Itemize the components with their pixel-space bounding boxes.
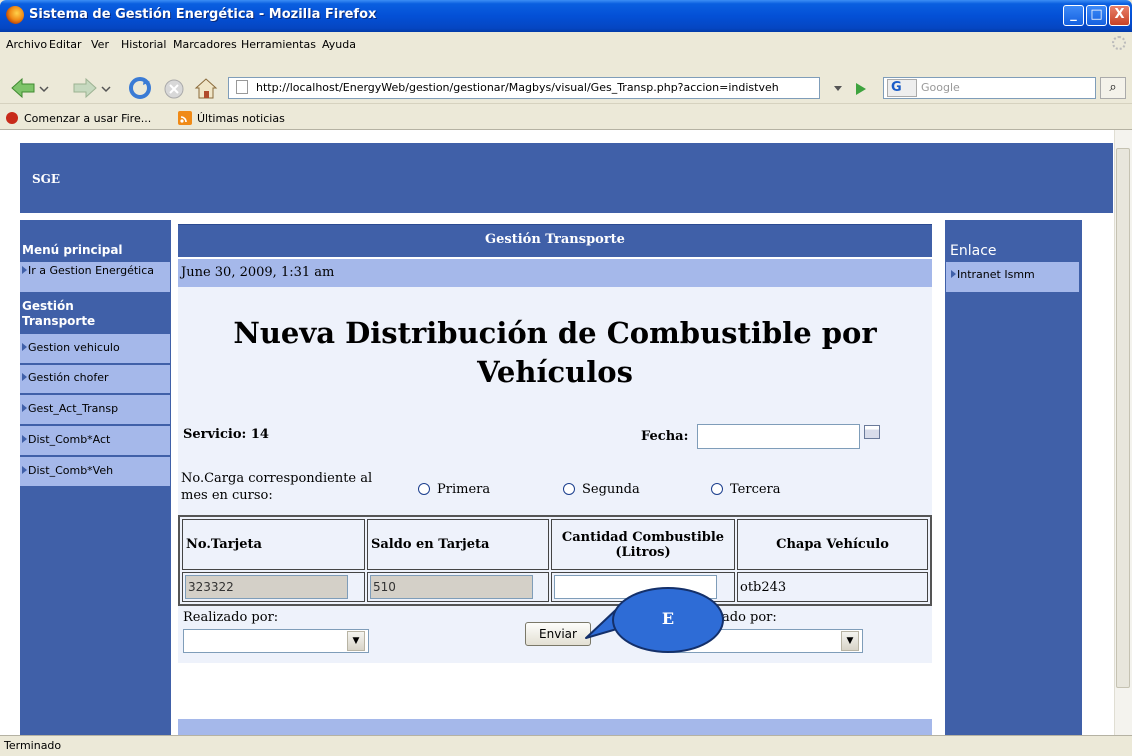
reload-icon[interactable] [128, 76, 154, 100]
search-placeholder[interactable]: Google [921, 81, 960, 94]
realizado-select[interactable] [183, 629, 369, 653]
table-header-row: No.Tarjeta Saldo en Tarjeta Cantidad Com… [182, 519, 928, 570]
column-header: No.Tarjeta [182, 519, 365, 570]
menu-editar[interactable]: Editar [49, 38, 82, 51]
status-text: Terminado [4, 739, 62, 752]
link-intranet[interactable]: Intranet Ismm [946, 262, 1079, 292]
sidebar-item-gestion-chofer[interactable]: Gestión chofer [20, 365, 170, 395]
current-date: June 30, 2009, 1:31 am [181, 265, 335, 280]
sidebar-item-label: Ir a Gestion Energética [28, 264, 155, 277]
carga-label: No.Carga correspondiente al mes en curso… [181, 471, 373, 503]
sidebar-item-gest-act-transp[interactable]: Gest_Act_Transp [20, 395, 170, 426]
minimize-button[interactable]: _ [1063, 5, 1084, 26]
menu-ver[interactable]: Ver [91, 38, 109, 51]
firefox-logo-icon [6, 6, 24, 24]
column-header: Saldo en Tarjeta [367, 519, 549, 570]
content-spacer [178, 663, 932, 719]
arrow-right-icon [22, 466, 27, 474]
page-icon [236, 80, 248, 94]
form-title: Nueva Distribución de Combustible por Ve… [233, 316, 877, 389]
bookmark-getting-started[interactable]: Comenzar a usar Fire... [24, 112, 151, 125]
menu-marcadores[interactable]: Marcadores [173, 38, 237, 51]
sidebar-item-gestion-vehiculo[interactable]: Gestion vehiculo [20, 334, 170, 365]
section-heading-transporte: Gestión Transporte [22, 299, 96, 328]
maximize-button[interactable]: □ [1086, 5, 1107, 26]
bookmarks-toolbar [0, 104, 1132, 130]
arrow-right-icon [951, 270, 956, 278]
sidebar-item-label: Gestión chofer [28, 371, 109, 384]
stop-icon[interactable] [163, 78, 185, 100]
scrollbar-thumb[interactable] [1116, 148, 1130, 688]
servicio-label: Servicio: 14 [183, 427, 269, 442]
chapa-cell: otb243 [737, 572, 928, 602]
firefox-bookmark-icon [6, 112, 18, 124]
radio-tercera[interactable] [711, 483, 723, 495]
back-arrow-icon[interactable] [10, 76, 70, 100]
column-header: Cantidad Combustible (Litros) [551, 519, 735, 570]
radio-tercera-label: Tercera [730, 482, 781, 497]
annotation-callout: E [612, 587, 724, 653]
search-magnifier-icon[interactable]: ⌕ [1100, 77, 1126, 99]
table-row: 323322 510 otb243 [182, 572, 928, 602]
sidebar-item-label: Gest_Act_Transp [28, 402, 119, 415]
rss-feed-icon [178, 111, 192, 125]
arrow-right-icon [22, 266, 27, 274]
bookmark-latest-news[interactable]: Últimas noticias [197, 112, 285, 125]
calendar-icon[interactable] [864, 425, 880, 439]
arrow-right-icon [22, 343, 27, 351]
throbber-icon [1112, 36, 1126, 50]
menu-historial[interactable]: Historial [121, 38, 166, 51]
aprobado-label: ado por: [722, 610, 777, 625]
fuel-distribution-table: No.Tarjeta Saldo en Tarjeta Cantidad Com… [178, 515, 932, 606]
menu-herramientas[interactable]: Herramientas [241, 38, 316, 51]
saldo-input[interactable]: 510 [370, 575, 533, 599]
site-header [20, 143, 1113, 213]
address-bar-url[interactable]: http://localhost/EnergyWeb/gestion/gesti… [256, 81, 779, 94]
menu-ayuda[interactable]: Ayuda [322, 38, 356, 51]
radio-primera-label: Primera [437, 482, 491, 497]
go-arrow-icon[interactable] [830, 80, 874, 98]
link-label: Intranet Ismm [957, 268, 1035, 281]
radio-segunda-label: Segunda [582, 482, 640, 497]
site-title: SGE [32, 172, 61, 186]
chevron-down-icon[interactable]: ▼ [841, 631, 859, 651]
sidebar-item-dist-comb-act[interactable]: Dist_Comb*Act [20, 426, 170, 457]
fecha-input[interactable] [697, 424, 860, 449]
sidebar-item-label: Gestion vehiculo [28, 341, 120, 354]
column-header: Chapa Vehículo [737, 519, 928, 570]
tarjeta-input[interactable]: 323322 [185, 575, 348, 599]
arrow-right-icon [22, 404, 27, 412]
status-bar [0, 735, 1132, 756]
table-cell: 323322 [182, 572, 365, 602]
arrow-right-icon [22, 373, 27, 381]
close-button[interactable]: X [1109, 5, 1130, 26]
sidebar-item-gestion-energetica[interactable]: Ir a Gestion Energética [20, 262, 170, 294]
home-icon[interactable] [193, 76, 219, 100]
arrow-right-icon [22, 435, 27, 443]
right-sidebar [945, 220, 1082, 740]
links-heading: Enlace [950, 243, 997, 259]
menu-archivo[interactable]: Archivo [6, 38, 47, 51]
menu-bar [0, 32, 1132, 54]
sidebar-item-label: Dist_Comb*Act [28, 433, 111, 446]
realizado-label: Realizado por: [183, 610, 279, 625]
sidebar-item-dist-comb-veh[interactable]: Dist_Comb*Veh [20, 457, 170, 488]
forward-arrow-icon[interactable] [72, 76, 122, 100]
sidebar-item-label: Dist_Comb*Veh [28, 464, 114, 477]
table-cell: 510 [367, 572, 549, 602]
chevron-down-icon[interactable]: ▼ [347, 631, 365, 651]
main-menu-heading: Menú principal [22, 243, 123, 257]
fecha-label: Fecha: [641, 429, 689, 444]
radio-primera[interactable] [418, 483, 430, 495]
section-title: Gestión Transporte [485, 232, 625, 247]
footer-bar [178, 719, 932, 735]
search-engine-selector[interactable]: G [887, 79, 917, 97]
radio-segunda[interactable] [563, 483, 575, 495]
window-title: Sistema de Gestión Energética - Mozilla … [29, 7, 377, 22]
